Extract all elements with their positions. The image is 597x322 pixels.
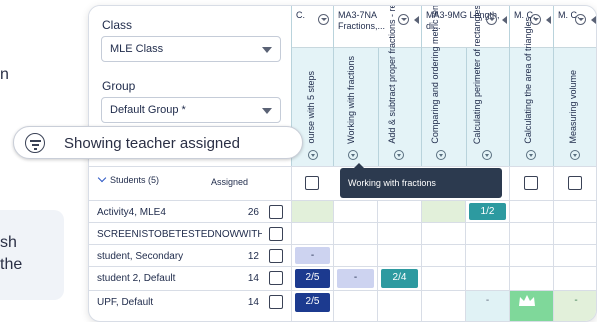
- subcolumn-label: Calculating perimeter of rectangles: [472, 5, 482, 144]
- row-checkbox[interactable]: [269, 227, 283, 241]
- column-header-length[interactable]: MA3-9MG Length, di... Comparing and orde…: [421, 6, 509, 166]
- table-row[interactable]: UPF, Default 14 2/5 - -: [89, 290, 596, 321]
- row-checkbox[interactable]: [269, 271, 283, 285]
- arrow-left-icon[interactable]: [591, 16, 596, 24]
- assigned-count: 14: [247, 297, 259, 308]
- badge-label: Showing teacher assigned: [64, 135, 240, 152]
- subcolumn-label: Working with fractions: [346, 56, 356, 144]
- subcolumn-label: Measuring volume: [568, 70, 578, 144]
- progress-cell[interactable]: 2/5: [295, 293, 330, 312]
- chevron-down-icon[interactable]: [318, 14, 329, 25]
- column-checkbox[interactable]: [524, 176, 538, 190]
- table-row[interactable]: student, Secondary 12 -: [89, 244, 596, 266]
- teacher-assigned-badge[interactable]: Showing teacher assigned: [13, 126, 303, 159]
- students-toggle[interactable]: Students (5): [97, 173, 160, 185]
- chevron-down-icon[interactable]: [575, 14, 586, 25]
- class-select[interactable]: MLE Class: [101, 36, 281, 62]
- chevron-down-icon[interactable]: [348, 150, 358, 160]
- cut-text-fragment: the: [0, 256, 23, 273]
- arrow-left-icon[interactable]: [546, 16, 551, 24]
- cut-text-fragment: sh: [0, 234, 17, 251]
- crown-icon: [519, 295, 535, 306]
- chevron-down-icon: [97, 173, 107, 183]
- table-row[interactable]: student 2, Default 14 2/5 - 2/4: [89, 266, 596, 290]
- chevron-down-icon[interactable]: [436, 150, 446, 160]
- column-header-fractions[interactable]: MA3-7NA Fractions,... Working with fract…: [333, 6, 421, 166]
- progress-cell[interactable]: -: [295, 247, 330, 264]
- table-row[interactable]: SCREENISTOBETESTEDNOWWITH: [89, 222, 596, 244]
- chevron-down-icon[interactable]: [308, 150, 318, 160]
- assigned-label: Assigned: [211, 177, 249, 187]
- assigned-count: 26: [247, 207, 259, 218]
- progress-cell[interactable]: 1/2: [469, 203, 506, 220]
- chevron-down-icon: [262, 108, 272, 114]
- student-name[interactable]: SCREENISTOBETESTEDNOWWITH: [89, 223, 262, 244]
- group-label: Group: [102, 79, 136, 93]
- subcolumn-label: ourse with 5 steps: [306, 71, 316, 144]
- table-row[interactable]: Activity4, MLE4 26 1/2: [89, 200, 596, 222]
- subcolumn-label: Comparing and ordering metric lengths: [430, 5, 440, 144]
- chevron-down-icon[interactable]: [398, 14, 409, 25]
- cut-text-fragment: n: [0, 66, 9, 83]
- chevron-down-icon: [262, 47, 272, 53]
- progress-cell[interactable]: -: [466, 295, 509, 306]
- arrow-left-icon[interactable]: [414, 16, 419, 24]
- chevron-down-icon[interactable]: [570, 150, 580, 160]
- assigned-count: 12: [247, 251, 259, 262]
- group-select[interactable]: Default Group *: [101, 97, 281, 123]
- subcolumn-label: Add & subtract proper fractions - relate: [387, 5, 397, 144]
- column-code: C.: [296, 10, 305, 20]
- progress-cell[interactable]: -: [337, 269, 374, 288]
- tooltip: Working with fractions: [340, 163, 502, 198]
- column-header-area[interactable]: M. C. Calculating the area of triangles: [509, 6, 553, 166]
- chevron-down-icon[interactable]: [486, 14, 497, 25]
- column-checkbox[interactable]: [305, 176, 319, 190]
- class-select-value: MLE Class: [110, 43, 164, 55]
- class-label: Class: [102, 18, 133, 32]
- info-panel: sh the: [0, 210, 64, 300]
- row-checkbox[interactable]: [269, 205, 283, 219]
- arrow-left-icon[interactable]: [502, 16, 507, 24]
- progress-cell[interactable]: -: [554, 295, 596, 306]
- filter-icon: [25, 133, 45, 153]
- chevron-down-icon[interactable]: [482, 150, 492, 160]
- students-count-label: Students (5): [110, 175, 160, 185]
- subcolumn-label: Calculating the area of triangles: [523, 17, 533, 144]
- column-checkbox[interactable]: [568, 176, 582, 190]
- row-checkbox[interactable]: [269, 295, 283, 309]
- column-header-volume[interactable]: M. C. Measuring volume: [553, 6, 596, 166]
- assigned-count: 14: [247, 273, 259, 284]
- progress-cell[interactable]: 2/5: [295, 269, 330, 288]
- chevron-down-icon[interactable]: [394, 150, 404, 160]
- group-select-value: Default Group *: [110, 104, 186, 116]
- progress-cell[interactable]: 2/4: [381, 269, 418, 288]
- column-code: MA3-7NA Fractions,...: [338, 10, 386, 31]
- chevron-down-icon[interactable]: [526, 150, 536, 160]
- row-checkbox[interactable]: [269, 249, 283, 263]
- tracker-panel: Class MLE Class Group Default Group * C.…: [88, 5, 597, 322]
